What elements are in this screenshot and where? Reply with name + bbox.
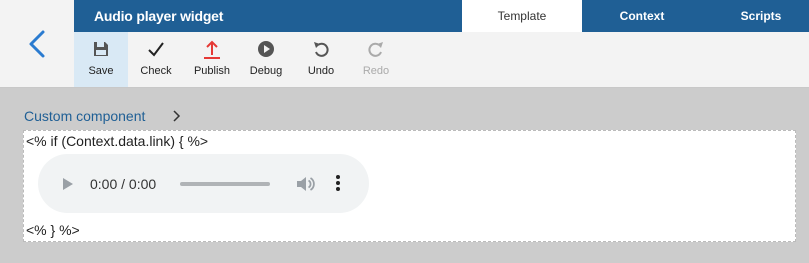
time-display: 0:00 / 0:00 <box>90 176 157 192</box>
debug-label: Debug <box>249 65 283 77</box>
redo-label: Redo <box>362 65 390 77</box>
publish-button[interactable]: Publish <box>183 32 241 87</box>
chevron-left-icon <box>29 30 45 57</box>
tab-template[interactable]: Template <box>462 0 582 32</box>
code-line-open: <% if (Context.data.link) { %> <box>26 133 209 149</box>
volume-icon[interactable] <box>295 175 315 198</box>
save-label: Save <box>88 65 114 77</box>
save-button[interactable]: Save <box>74 32 128 87</box>
check-label: Check <box>140 65 172 77</box>
seek-slider[interactable] <box>180 182 270 186</box>
audio-player: 0:00 / 0:00 <box>38 154 369 213</box>
play-icon[interactable] <box>61 176 75 197</box>
breadcrumb-custom-component[interactable]: Custom component <box>24 108 145 124</box>
undo-icon <box>312 40 330 61</box>
redo-button[interactable]: Redo <box>352 32 400 87</box>
page-title: Audio player widget <box>94 8 224 24</box>
debug-play-icon <box>257 40 275 61</box>
tab-scripts[interactable]: Scripts <box>702 0 809 32</box>
debug-button[interactable]: Debug <box>242 32 290 87</box>
chevron-right-icon <box>171 109 181 127</box>
undo-label: Undo <box>307 65 335 77</box>
code-line-close: <% } %> <box>26 222 80 238</box>
check-button[interactable]: Check <box>129 32 183 87</box>
save-icon <box>92 40 110 61</box>
redo-icon <box>367 40 385 61</box>
publish-label: Publish <box>193 65 231 77</box>
more-options-icon[interactable] <box>335 174 341 197</box>
publish-icon <box>203 40 221 63</box>
toolbar: Save Check Publish Debug Undo Redo <box>74 32 809 88</box>
tab-context[interactable]: Context <box>582 0 702 32</box>
back-button[interactable] <box>0 0 74 88</box>
header-bar: Audio player widget Template Context Scr… <box>74 0 809 32</box>
undo-button[interactable]: Undo <box>297 32 345 87</box>
template-canvas[interactable]: <% if (Context.data.link) { %> 0:00 / 0:… <box>23 130 796 242</box>
check-icon <box>147 40 165 61</box>
